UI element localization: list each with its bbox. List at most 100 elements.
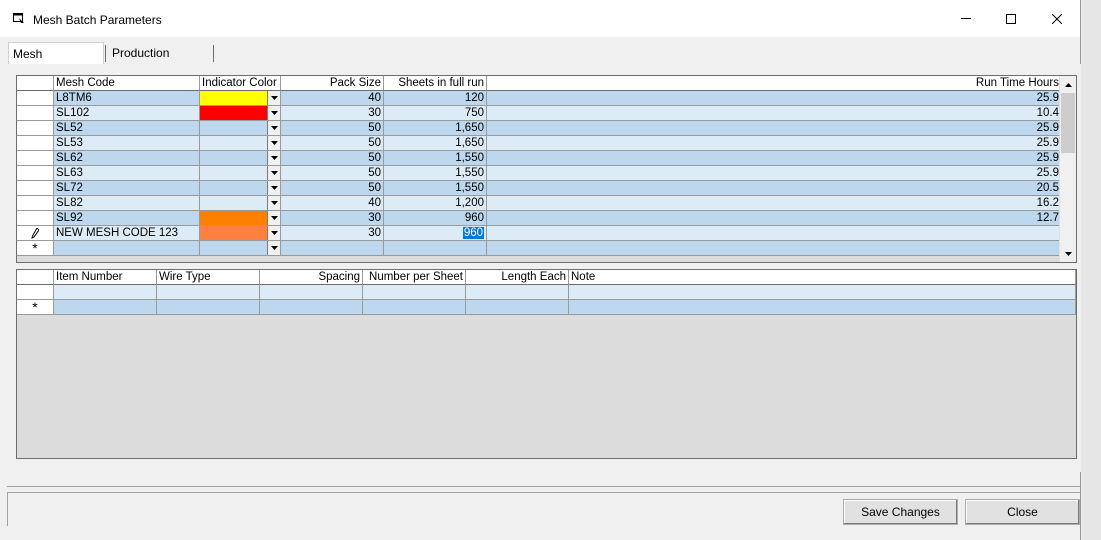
cell-run-time[interactable]: 16.2 xyxy=(487,196,1062,211)
cell-sheets[interactable]: 960 xyxy=(384,211,487,226)
row-header[interactable] xyxy=(17,196,54,211)
col-header-wire-type[interactable]: Wire Type xyxy=(157,270,260,285)
item-grid[interactable]: Item Number Wire Type Spacing Number per… xyxy=(16,269,1077,459)
color-dropdown-button[interactable] xyxy=(267,91,280,105)
cell-wire-type[interactable] xyxy=(157,300,260,315)
row-header[interactable] xyxy=(17,91,54,106)
cell-sheets[interactable]: 1,550 xyxy=(384,151,487,166)
maximize-button[interactable] xyxy=(988,0,1034,37)
color-dropdown-button[interactable] xyxy=(267,151,280,165)
color-dropdown-button[interactable] xyxy=(267,226,280,240)
col-header-sheets[interactable]: Sheets in full run xyxy=(384,76,487,91)
row-header[interactable] xyxy=(17,151,54,166)
color-dropdown-button[interactable] xyxy=(267,211,280,225)
row-header[interactable] xyxy=(17,285,54,300)
cell-sheets[interactable] xyxy=(384,241,487,256)
close-button[interactable]: Close xyxy=(965,499,1080,525)
col-header-number-per-sheet[interactable]: Number per Sheet xyxy=(363,270,466,285)
cell-run-time[interactable]: 10.4 xyxy=(487,106,1062,121)
cell-sheets[interactable]: 1,550 xyxy=(384,181,487,196)
cell-run-time[interactable]: 25.9 xyxy=(487,91,1062,106)
tab-mesh-production[interactable]: Mesh Production xyxy=(8,42,104,83)
cell-indicator-color[interactable] xyxy=(200,91,281,106)
cell-item-number[interactable] xyxy=(54,285,157,300)
cell-run-time[interactable]: 20.5 xyxy=(487,181,1062,196)
color-dropdown-button[interactable] xyxy=(267,196,280,210)
cell-run-time[interactable] xyxy=(487,226,1062,241)
color-dropdown-button[interactable] xyxy=(267,106,280,120)
row-header[interactable] xyxy=(17,166,54,181)
color-dropdown-button[interactable] xyxy=(267,241,280,255)
row-header[interactable] xyxy=(17,181,54,196)
cell-number-per-sheet[interactable] xyxy=(363,300,466,315)
col-header-item-number[interactable]: Item Number xyxy=(54,270,157,285)
cell-pack-size[interactable]: 50 xyxy=(281,121,384,136)
cell-indicator-color[interactable] xyxy=(200,151,281,166)
cell-run-time[interactable]: 25.9 xyxy=(487,151,1062,166)
cell-sheets[interactable]: 1,550 xyxy=(384,166,487,181)
cell-mesh-code[interactable]: L8TM6 xyxy=(54,91,200,106)
cell-mesh-code[interactable]: SL92 xyxy=(54,211,200,226)
cell-sheets[interactable]: 750 xyxy=(384,106,487,121)
cell-mesh-code[interactable]: SL72 xyxy=(54,181,200,196)
cell-pack-size[interactable]: 40 xyxy=(281,91,384,106)
cell-run-time[interactable]: 12.7 xyxy=(487,211,1062,226)
cell-item-number[interactable] xyxy=(54,300,157,315)
cell-pack-size[interactable]: 50 xyxy=(281,166,384,181)
cell-indicator-color[interactable] xyxy=(200,241,281,256)
cell-run-time[interactable]: 25.9 xyxy=(487,166,1062,181)
mesh-grid[interactable]: Mesh Code Indicator Color Pack Size Shee… xyxy=(16,75,1077,263)
cell-sheets[interactable]: 1,650 xyxy=(384,136,487,151)
cell-mesh-code[interactable] xyxy=(54,241,200,256)
cell-sheets[interactable]: 1,200 xyxy=(384,196,487,211)
cell-mesh-code[interactable]: SL52 xyxy=(54,121,200,136)
cell-pack-size[interactable]: 50 xyxy=(281,151,384,166)
cell-pack-size[interactable]: 50 xyxy=(281,136,384,151)
color-dropdown-button[interactable] xyxy=(267,181,280,195)
cell-pack-size[interactable]: 30 xyxy=(281,106,384,121)
col-header-spacing[interactable]: Spacing xyxy=(260,270,363,285)
cell-indicator-color[interactable] xyxy=(200,211,281,226)
col-header-pack-size[interactable]: Pack Size xyxy=(281,76,384,91)
cell-mesh-code[interactable]: SL53 xyxy=(54,136,200,151)
col-header-mesh-code[interactable]: Mesh Code xyxy=(54,76,200,91)
cell-pack-size[interactable]: 40 xyxy=(281,196,384,211)
close-window-button[interactable] xyxy=(1034,0,1080,37)
color-dropdown-button[interactable] xyxy=(267,121,280,135)
cell-sheets[interactable]: 960 xyxy=(384,226,487,241)
cell-note[interactable] xyxy=(569,300,1076,315)
cell-note[interactable] xyxy=(569,285,1076,300)
new-row-marker[interactable]: * xyxy=(17,241,54,256)
cell-pack-size[interactable]: 30 xyxy=(281,211,384,226)
row-header[interactable] xyxy=(17,211,54,226)
cell-pack-size[interactable]: 50 xyxy=(281,181,384,196)
cell-pack-size[interactable] xyxy=(281,241,384,256)
col-header-note[interactable]: Note xyxy=(569,270,1076,285)
col-header-run-time[interactable]: Run Time Hours xyxy=(487,76,1062,91)
cell-spacing[interactable] xyxy=(260,285,363,300)
cell-indicator-color[interactable] xyxy=(200,106,281,121)
cell-indicator-color[interactable] xyxy=(200,226,281,241)
cell-sheets[interactable]: 120 xyxy=(384,91,487,106)
cell-indicator-color[interactable] xyxy=(200,166,281,181)
selected-cell-text[interactable]: 960 xyxy=(462,227,484,239)
color-dropdown-button[interactable] xyxy=(267,136,280,150)
cell-mesh-code[interactable]: NEW MESH CODE 123 xyxy=(54,226,200,241)
new-row-marker[interactable]: * xyxy=(17,300,54,315)
cell-indicator-color[interactable] xyxy=(200,181,281,196)
cell-indicator-color[interactable] xyxy=(200,136,281,151)
cell-mesh-code[interactable]: SL102 xyxy=(54,106,200,121)
row-header[interactable] xyxy=(17,121,54,136)
cell-spacing[interactable] xyxy=(260,300,363,315)
save-changes-button[interactable]: Save Changes xyxy=(843,499,958,525)
row-header[interactable] xyxy=(17,226,54,241)
cell-mesh-code[interactable]: SL62 xyxy=(54,151,200,166)
cell-indicator-color[interactable] xyxy=(200,121,281,136)
cell-run-time[interactable]: 25.9 xyxy=(487,136,1062,151)
cell-mesh-code[interactable]: SL63 xyxy=(54,166,200,181)
col-header-length-each[interactable]: Length Each xyxy=(466,270,569,285)
scroll-down-button[interactable] xyxy=(1060,245,1076,262)
cell-pack-size[interactable]: 30 xyxy=(281,226,384,241)
mesh-grid-scrollbar[interactable] xyxy=(1059,76,1076,262)
row-header[interactable] xyxy=(17,106,54,121)
